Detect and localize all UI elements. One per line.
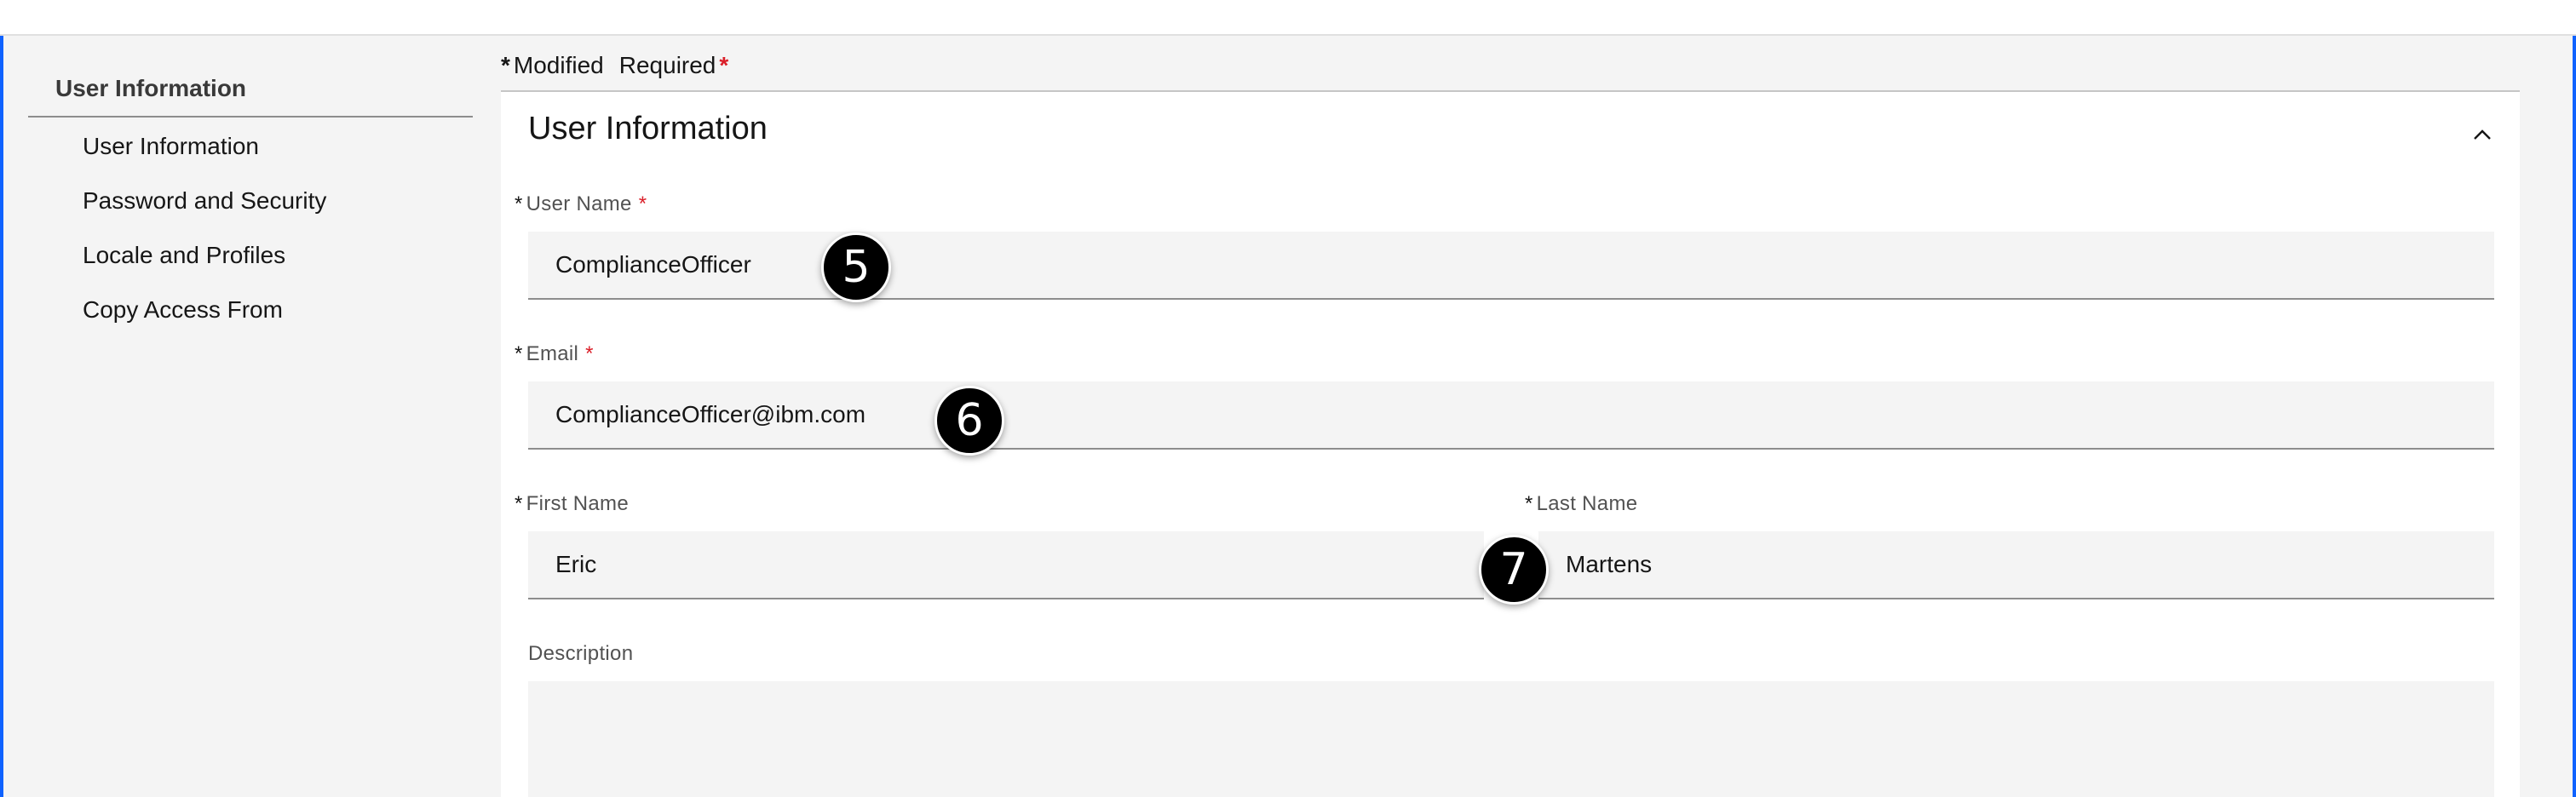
email-label: * Email * (515, 342, 594, 366)
collapse-section-button[interactable] (2465, 118, 2499, 152)
first-name-label: * First Name (515, 492, 629, 516)
modified-marker: * (515, 192, 523, 215)
description-label-text: Description (528, 642, 634, 665)
sidebar-item-locale-and-profiles[interactable]: Locale and Profiles (28, 228, 473, 283)
email-value: ComplianceOfficer@ibm.com (555, 401, 866, 427)
email-label-text: Email (526, 342, 579, 365)
required-legend-label: Required (618, 52, 716, 78)
sidebar-item-user-information[interactable]: User Information (28, 119, 473, 174)
section-nav: User Information User Information Passwo… (28, 36, 473, 337)
description-label: Description (528, 642, 633, 666)
last-name-label: * Last Name (1525, 492, 1637, 516)
required-marker: * (585, 342, 594, 365)
modified-marker: * (515, 342, 523, 365)
required-marker: * (719, 52, 729, 78)
callout-badge-7: 7 (1479, 535, 1549, 605)
modified-marker: * (501, 52, 510, 78)
last-name-input[interactable]: Martens (1538, 531, 2494, 599)
user-name-value: ComplianceOfficer (555, 251, 751, 278)
modified-legend-label: Modified (513, 52, 604, 78)
user-name-label-text: User Name (526, 192, 632, 215)
email-input[interactable]: ComplianceOfficer@ibm.com (528, 381, 2494, 450)
description-textarea[interactable] (528, 681, 2494, 797)
user-name-label: * User Name * (515, 192, 647, 216)
callout-badge-6: 6 (934, 386, 1004, 456)
chevron-up-icon (2474, 129, 2491, 140)
user-information-section: User Information * User Name * ComplianceO… (501, 92, 2520, 797)
sidebar-item-copy-access-from[interactable]: Copy Access From (28, 283, 473, 337)
sidebar-item-password-and-security[interactable]: Password and Security (28, 174, 473, 228)
modified-marker: * (515, 492, 523, 515)
first-name-input[interactable]: Eric (528, 531, 1484, 599)
required-marker: * (638, 192, 647, 215)
modified-marker: * (1525, 492, 1533, 515)
field-legend: * Modified Required * (501, 49, 728, 82)
top-bar (0, 0, 2576, 36)
first-name-label-text: First Name (526, 492, 629, 515)
sidebar-heading: User Information (28, 36, 473, 118)
last-name-label-text: Last Name (1536, 492, 1638, 515)
callout-badge-5: 5 (821, 232, 891, 302)
section-title: User Information (528, 111, 768, 146)
first-name-value: Eric (555, 551, 597, 577)
last-name-value: Martens (1566, 551, 1653, 577)
